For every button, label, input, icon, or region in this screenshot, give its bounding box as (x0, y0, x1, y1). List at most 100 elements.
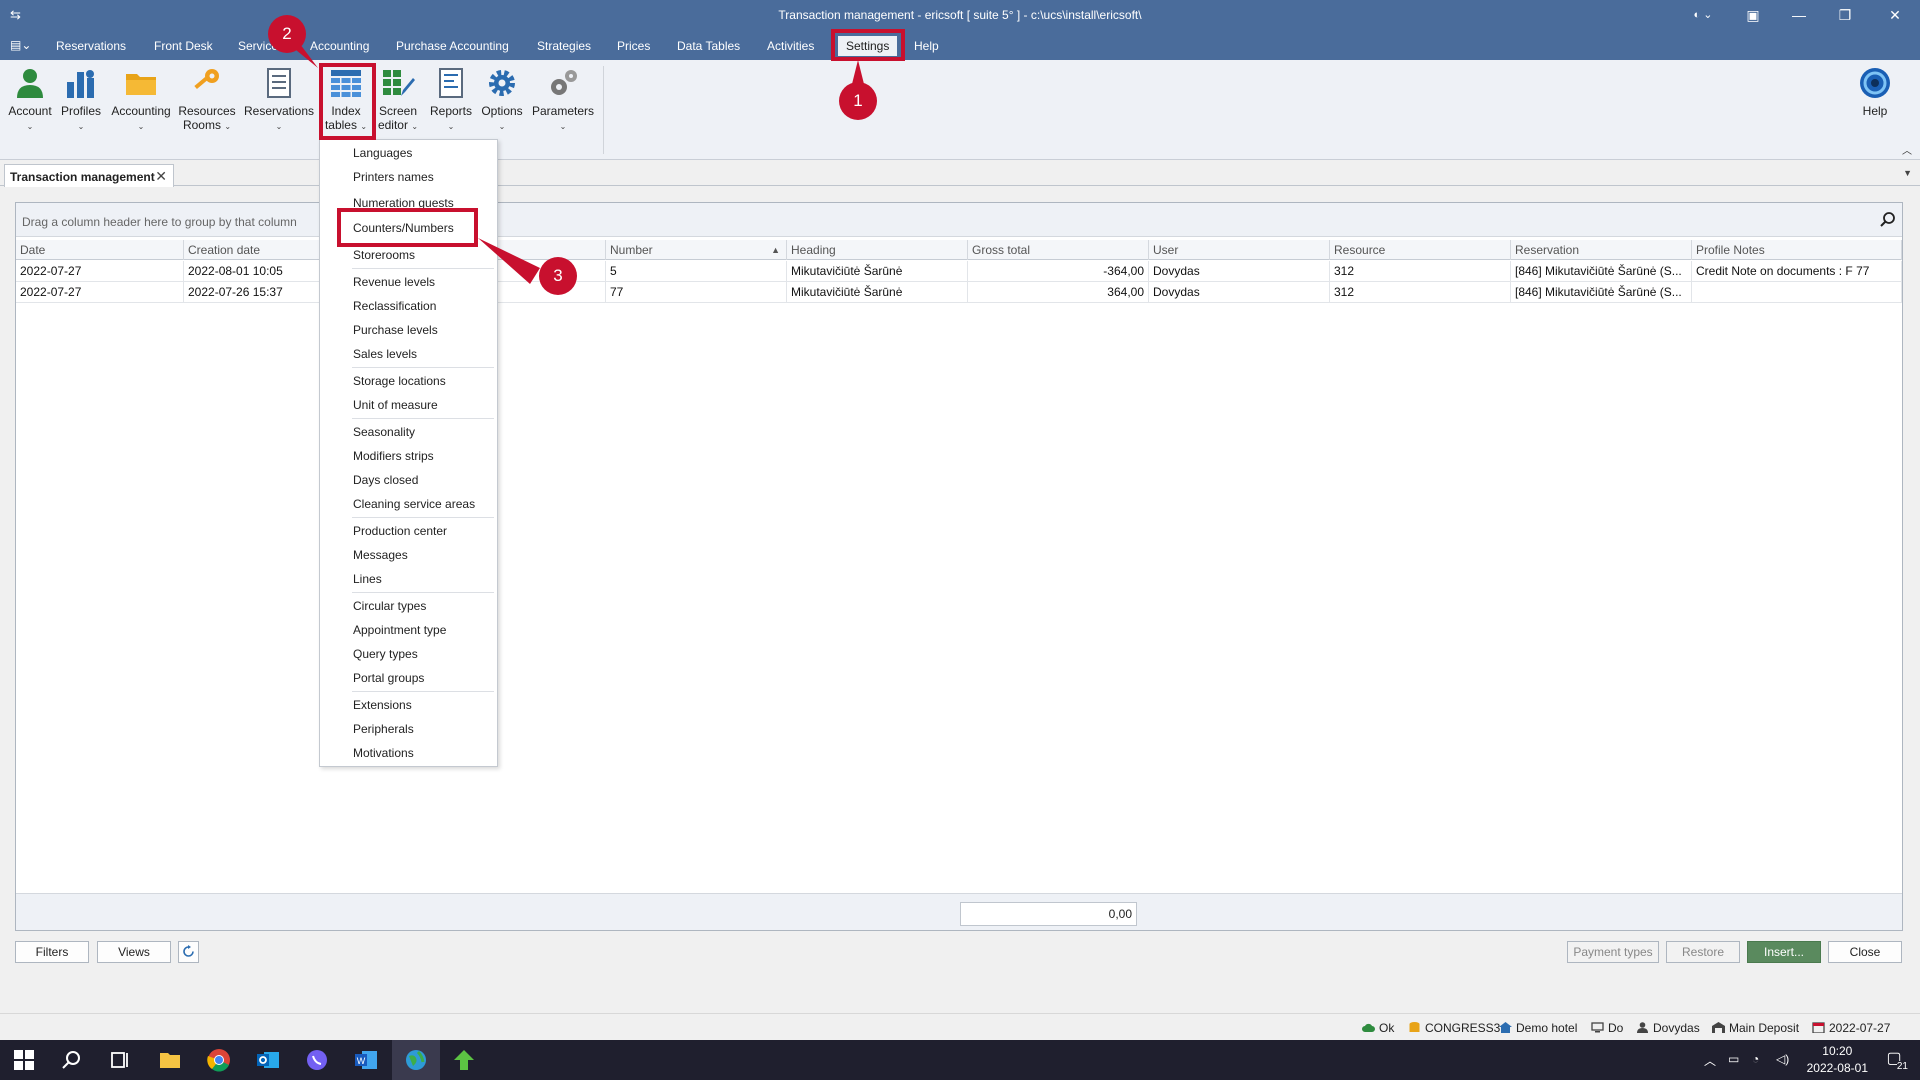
dropdown-item-storage-locations[interactable]: Storage locations (320, 371, 497, 391)
ribbon-collapse-icon[interactable]: ︿ (1902, 142, 1912, 157)
restore-layout-icon[interactable]: ▣ (1730, 0, 1776, 30)
status-user: Dovydas (1636, 1021, 1700, 1035)
svg-text:W: W (357, 1056, 366, 1066)
dropdown-item-purchase-levels[interactable]: Purchase levels (320, 320, 497, 340)
dropdown-item-unit-of-measure[interactable]: Unit of measure (320, 395, 497, 415)
dropdown-item-production-center[interactable]: Production center (320, 521, 497, 541)
chevron-down-icon: ⌄ (26, 122, 34, 131)
ribbon-account-button[interactable]: Account ⌄ (6, 66, 54, 152)
refresh-button[interactable] (178, 941, 199, 963)
dropdown-item-cleaning-service-areas[interactable]: Cleaning service areas (320, 494, 497, 514)
dropdown-item-reclassification[interactable]: Reclassification (320, 296, 497, 316)
filters-button[interactable]: Filters (15, 941, 89, 963)
dropdown-item-seasonality[interactable]: Seasonality (320, 422, 497, 442)
quick-access-icon[interactable]: ▤⌄ (10, 38, 32, 54)
menu-data-tables[interactable]: Data Tables (673, 36, 744, 56)
dropdown-item-printers-names[interactable]: Printers names (320, 167, 497, 187)
column-heading[interactable]: Heading (787, 240, 968, 260)
restore-button[interactable]: Restore (1666, 941, 1740, 963)
dropdown-item-messages[interactable]: Messages (320, 545, 497, 565)
menu-reservations[interactable]: Reservations (52, 36, 130, 56)
ribbon: Account ⌄ Profiles ⌄ Accounting ⌄ Resour… (0, 60, 1920, 160)
upload-arrow-icon[interactable] (452, 1048, 476, 1072)
dropdown-item-lines[interactable]: Lines (320, 569, 497, 589)
transactions-grid: Drag a column header here to group by th… (15, 202, 1903, 931)
grid-summary-footer: 0,00 (16, 893, 1902, 930)
annotation-step-3: 3 (539, 257, 577, 295)
maximize-icon[interactable]: ❐ (1822, 0, 1868, 30)
dropdown-item-motivations[interactable]: Motivations (320, 743, 497, 763)
ribbon-profiles-button[interactable]: Profiles ⌄ (58, 66, 104, 152)
tab-list-dropdown-icon[interactable]: ▼ (1903, 168, 1912, 178)
ribbon-accounting-button[interactable]: Accounting ⌄ (108, 66, 174, 152)
dropdown-item-languages[interactable]: Languages (320, 143, 497, 163)
table-row[interactable]: 2022-07-27 2022-07-26 15:37 77 Mikutavič… (16, 282, 1902, 303)
tray-chevron-icon[interactable]: ︿ (1704, 1052, 1716, 1069)
dropdown-item-revenue-levels[interactable]: Revenue levels (320, 272, 497, 292)
menu-help[interactable]: Help (910, 36, 943, 56)
menu-accounting[interactable]: Accounting (306, 36, 373, 56)
task-view-icon[interactable] (108, 1048, 132, 1072)
menu-activities[interactable]: Activities (763, 36, 818, 56)
menu-front-desk[interactable]: Front Desk (150, 36, 217, 56)
column-number[interactable]: Number ▲ (606, 240, 787, 260)
group-by-area[interactable]: Drag a column header here to group by th… (16, 203, 1902, 237)
taskbar-clock[interactable]: 10:20 2022-08-01 (1807, 1043, 1868, 1077)
menu-purchase-accounting[interactable]: Purchase Accounting (392, 36, 513, 56)
search-icon[interactable] (60, 1048, 84, 1072)
column-resource[interactable]: Resource (1330, 240, 1511, 260)
column-profile-notes[interactable]: Profile Notes (1692, 240, 1902, 260)
dropdown-item-peripherals[interactable]: Peripherals (320, 719, 497, 739)
chrome-icon[interactable] (207, 1048, 231, 1072)
ribbon-help-button[interactable]: Help (1856, 66, 1894, 152)
folder-icon (126, 74, 156, 95)
column-creation-date[interactable]: Creation date (184, 240, 334, 260)
volume-icon[interactable]: ◁) (1776, 1052, 1789, 1066)
dropdown-item-circular-types[interactable]: Circular types (320, 596, 497, 616)
battery-icon[interactable]: ▭ (1728, 1052, 1739, 1066)
database-icon (1409, 1022, 1420, 1032)
column-user[interactable]: User (1149, 240, 1330, 260)
outlook-icon[interactable] (256, 1048, 280, 1072)
column-reservation[interactable]: Reservation (1511, 240, 1692, 260)
minimize-icon[interactable]: — (1776, 0, 1822, 30)
theme-icon[interactable]: ◐ ⌄ (1680, 0, 1726, 30)
viber-icon[interactable] (305, 1048, 329, 1072)
dropdown-item-sales-levels[interactable]: Sales levels (320, 344, 497, 364)
tab-transaction-management[interactable]: Transaction management ✕ (4, 164, 174, 187)
windows-start-icon[interactable] (12, 1048, 36, 1072)
word-icon[interactable]: W (354, 1048, 378, 1072)
close-tab-icon[interactable]: ✕ (155, 168, 167, 185)
close-button[interactable]: Close (1828, 941, 1902, 963)
taskbar-active-app[interactable] (392, 1040, 440, 1080)
status-bar: Ok CONGRESS3 Demo hotel Do Dovydas Main … (0, 1013, 1920, 1040)
close-icon[interactable]: ✕ (1872, 0, 1918, 30)
dropdown-item-portal-groups[interactable]: Portal groups (320, 668, 497, 688)
menu-strategies[interactable]: Strategies (533, 36, 595, 56)
notification-center-icon[interactable]: ▢ 21 (1880, 1048, 1908, 1072)
dropdown-item-days-closed[interactable]: Days closed (320, 470, 497, 490)
search-icon[interactable] (1880, 212, 1896, 228)
table-row[interactable]: 2022-07-27 2022-08-01 10:05 5 Mikutaviči… (16, 261, 1902, 282)
insert-button[interactable]: Insert... (1747, 941, 1821, 963)
dropdown-item-modifiers-strips[interactable]: Modifiers strips (320, 446, 497, 466)
column-date[interactable]: Date (16, 240, 184, 260)
chevron-down-icon: ⌄ (275, 122, 283, 131)
column-gross-total[interactable]: Gross total (968, 240, 1149, 260)
monitor-icon (1591, 1022, 1604, 1033)
ribbon-reservations-button[interactable]: Reservations ⌄ (242, 66, 316, 152)
chevron-down-icon: ⌄ (77, 122, 85, 131)
ribbon-parameters-button[interactable]: Parameters ⌄ (530, 66, 596, 152)
dropdown-item-appointment-type[interactable]: Appointment type (320, 620, 497, 640)
file-explorer-icon[interactable] (158, 1048, 182, 1072)
payment-types-button[interactable]: Payment types (1567, 941, 1659, 963)
ribbon-resources-rooms-button[interactable]: Resources Rooms ⌄ (176, 66, 238, 152)
dropdown-item-query-types[interactable]: Query types (320, 644, 497, 664)
dropdown-item-storerooms[interactable]: Storerooms (320, 245, 497, 265)
menu-prices[interactable]: Prices (613, 36, 654, 56)
network-icon[interactable]: ◔ (1752, 1052, 1759, 1066)
calendar-icon (1812, 1022, 1825, 1033)
views-button[interactable]: Views (97, 941, 171, 963)
chevron-down-icon: ⌄ (498, 122, 506, 131)
dropdown-item-extensions[interactable]: Extensions (320, 695, 497, 715)
